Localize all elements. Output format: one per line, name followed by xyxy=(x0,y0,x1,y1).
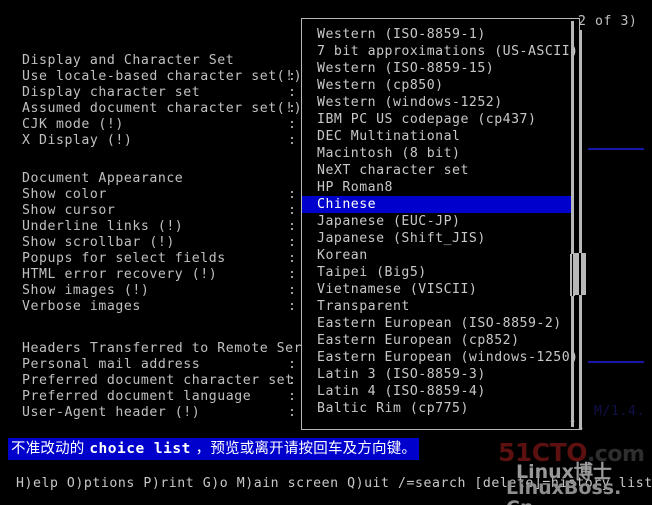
status-bar: 不准改动的 choice list ，预览或离开请按回车及方向键。 xyxy=(8,438,420,460)
option-row-colon: : xyxy=(288,405,296,420)
option-row-label[interactable]: Show images (!) xyxy=(22,283,149,299)
choice-list-item[interactable]: Taipei (Big5) xyxy=(302,264,579,281)
option-row-label[interactable]: Show color xyxy=(22,187,107,203)
option-row-label[interactable]: Use locale-based character set(!) xyxy=(22,69,302,85)
choice-list[interactable]: Western (ISO-8859-1) 7 bit approximations… xyxy=(302,26,579,417)
option-row-label[interactable]: Show scrollbar (!) xyxy=(22,235,175,251)
popup-scrollbar-track[interactable] xyxy=(571,21,574,427)
choice-list-item[interactable]: Chinese xyxy=(302,196,571,213)
choice-list-item[interactable]: NeXT character set xyxy=(302,162,579,179)
option-row-label[interactable]: HTML error recovery (!) xyxy=(22,267,217,283)
options-section-title: Display and Character Set xyxy=(22,53,235,68)
option-row-colon: : xyxy=(288,251,296,266)
status-bar-prefix: 不准改动的 xyxy=(11,441,90,457)
options-section-title: Headers Transferred to Remote Serve xyxy=(22,341,320,356)
option-row-label[interactable]: Show cursor xyxy=(22,203,115,219)
choice-list-item[interactable]: Japanese (Shift_JIS) xyxy=(302,230,579,247)
field-value-rule xyxy=(588,148,644,150)
option-row-label[interactable]: X Display (!) xyxy=(22,133,132,149)
option-row-colon: : xyxy=(288,299,296,314)
field-value-rule xyxy=(588,361,644,363)
user-agent-value-text: M/1.4. xyxy=(594,404,645,419)
key-help-line: H)elp O)ptions P)rint G)o M)ain screen Q… xyxy=(16,476,652,491)
choice-list-item[interactable]: Japanese (EUC-JP) xyxy=(302,213,579,230)
option-row-colon: : xyxy=(288,357,296,372)
choice-list-item[interactable]: Eastern European (ISO-8859-2) xyxy=(302,315,579,332)
option-row-colon: : xyxy=(288,187,296,202)
option-row-colon: : xyxy=(288,389,296,404)
option-row-label[interactable]: User-Agent header (!) xyxy=(22,405,200,421)
option-row-label[interactable]: Preferred document character set xyxy=(22,373,294,389)
choice-list-item[interactable]: Macintosh (8 bit) xyxy=(302,145,579,162)
choice-list-item[interactable]: IBM PC US codepage (cp437) xyxy=(302,111,579,128)
choice-list-item[interactable]: Vietnamese (VISCII) xyxy=(302,281,579,298)
choice-list-popup[interactable]: Western (ISO-8859-1) 7 bit approximations… xyxy=(301,18,580,430)
status-bar-suffix: ，预览或离开请按回车及方向键。 xyxy=(190,441,417,457)
page-scrollbar-track[interactable] xyxy=(579,30,582,430)
watermark-brand-name: 51CTO xyxy=(498,438,587,467)
choice-list-item[interactable]: Eastern European (windows-1250) xyxy=(302,349,579,366)
choice-list-item[interactable]: Western (ISO-8859-15) xyxy=(302,60,579,77)
option-row-colon: : xyxy=(288,203,296,218)
option-row-colon: : xyxy=(288,235,296,250)
option-row-colon: : xyxy=(288,283,296,298)
status-bar-mono-term: choice list xyxy=(89,441,191,457)
choice-list-item[interactable]: 7 bit approximations (US-ASCII) xyxy=(302,43,579,60)
choice-list-item[interactable]: Baltic Rim (cp775) xyxy=(302,400,579,417)
choice-list-item[interactable]: Eastern European (cp852) xyxy=(302,332,579,349)
option-row-colon: : xyxy=(288,101,296,116)
option-row-label[interactable]: Display character set xyxy=(22,85,200,101)
page-counter: 2 of 3) xyxy=(578,14,638,29)
option-row-colon: : xyxy=(288,133,296,148)
choice-list-item[interactable]: Latin 3 (ISO-8859-3) xyxy=(302,366,579,383)
option-row-label[interactable]: Underline links (!) xyxy=(22,219,183,235)
choice-list-item[interactable]: Transparent xyxy=(302,298,579,315)
choice-list-item[interactable]: Western (ISO-8859-1) xyxy=(302,26,579,43)
option-row-colon: : xyxy=(288,117,296,132)
terminal-screen: 2 of 3) M/1.4. Display and Character Set… xyxy=(0,0,652,505)
options-pane: Display and Character Set Use locale-base… xyxy=(0,0,319,440)
options-section-title: Document Appearance xyxy=(22,171,184,186)
page-scroll-down-arrow-icon[interactable]: ↓ xyxy=(574,420,587,434)
option-row-label[interactable]: CJK mode (!) xyxy=(22,117,124,133)
option-row-colon: : xyxy=(288,69,296,84)
option-row-label[interactable]: Personal mail address xyxy=(22,357,200,373)
option-row-label[interactable]: Verbose images xyxy=(22,299,141,315)
choice-list-item[interactable]: Western (windows-1252) xyxy=(302,94,579,111)
option-row-colon: : xyxy=(288,219,296,234)
option-row-label[interactable]: Assumed document character set(!) xyxy=(22,101,302,117)
option-row-colon: : xyxy=(288,85,296,100)
choice-list-item[interactable]: Western (cp850) xyxy=(302,77,579,94)
option-row-label[interactable]: Preferred document language xyxy=(22,389,251,405)
option-row-colon: : xyxy=(288,373,296,388)
watermark-brand: 51CTO.com xyxy=(498,438,645,468)
page-scrollbar-thumb[interactable] xyxy=(574,253,586,295)
choice-list-item[interactable]: Korean xyxy=(302,247,579,264)
option-row-colon: : xyxy=(288,267,296,282)
choice-list-item[interactable]: Latin 4 (ISO-8859-4) xyxy=(302,383,579,400)
option-row-label[interactable]: Popups for select fields xyxy=(22,251,226,267)
choice-list-item[interactable]: DEC Multinational xyxy=(302,128,579,145)
watermark-brand-suffix: .com xyxy=(586,442,645,467)
choice-list-item[interactable]: HP Roman8 xyxy=(302,179,579,196)
